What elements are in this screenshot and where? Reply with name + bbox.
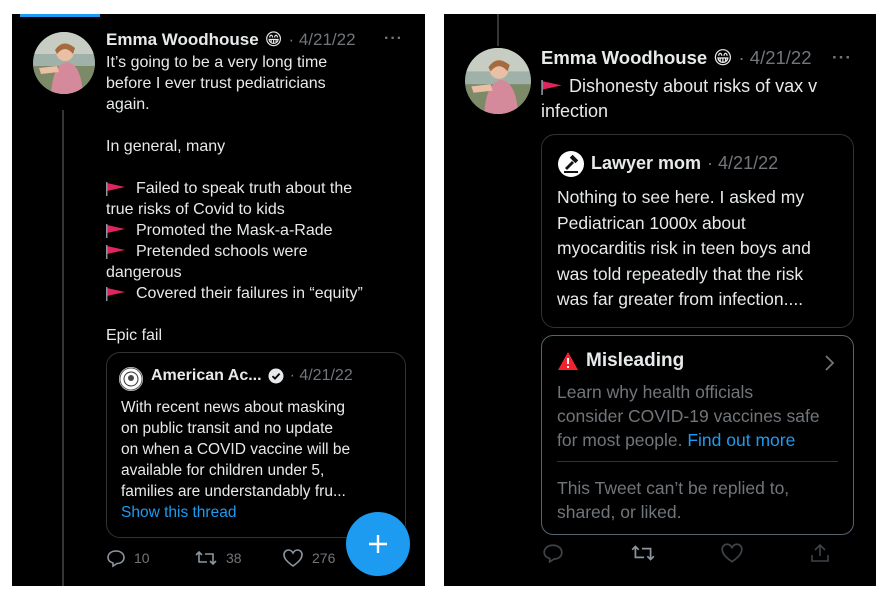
quote-date[interactable]: · 4/21/22 (707, 153, 778, 174)
divider (557, 461, 838, 462)
quote-line: Nothing to see here. I asked my (557, 187, 805, 207)
quote-line: on public transit and no update (121, 420, 333, 437)
point-line: Covered their failures in “equity” (106, 283, 363, 304)
quote-date[interactable]: · 4/21/22 (290, 367, 353, 385)
grin-emoji: 😁 (713, 47, 733, 68)
avatar[interactable] (33, 32, 95, 94)
lawyer-mom-logo-icon (558, 151, 584, 177)
thread-line (497, 14, 499, 46)
text-line: In general, many (106, 138, 226, 155)
quote-text: With recent news about masking on public… (121, 397, 350, 523)
author-name[interactable]: Emma Woodhouse (106, 30, 259, 50)
chevron-right-icon[interactable] (823, 354, 835, 372)
quoted-tweet[interactable]: Lawyer mom · 4/21/22 Nothing to see here… (541, 134, 854, 328)
reply-button[interactable]: 10 (106, 548, 150, 568)
academy-logo-icon (119, 367, 143, 391)
warning-icon (558, 352, 578, 370)
tweet-header: Emma Woodhouse 😁 · 4/21/22 (541, 47, 812, 69)
share-button (809, 542, 831, 564)
quote-text: Nothing to see here. I asked my Pediatri… (557, 185, 811, 313)
notice-line: for most people. Find out more (557, 430, 796, 450)
reply-restriction-note: This Tweet can’t be replied to, shared, … (557, 476, 789, 524)
like-button (720, 542, 744, 564)
text-line: Epic fail (106, 327, 163, 344)
reply-icon (107, 550, 125, 568)
text-line: It’s going to be a very long time (106, 54, 328, 71)
quote-line: was told repeatedly that the risk (557, 263, 804, 284)
quote-line: Pediatrican 1000x about (557, 212, 746, 233)
quote-line: was far greater from infection.... (557, 289, 804, 309)
point-line: dangerous (106, 264, 182, 281)
find-out-more-link[interactable]: Find out more (687, 430, 795, 450)
thread-line (62, 110, 64, 586)
author-name[interactable]: Emma Woodhouse (541, 47, 707, 69)
quote-line: With recent news about masking (121, 399, 345, 416)
quote-line: families are understandably fru... (121, 483, 346, 500)
notice-line: shared, or liked. (557, 502, 682, 522)
reply-button (542, 542, 564, 564)
quote-author[interactable]: American Ac... (151, 367, 262, 385)
verified-badge-icon (268, 368, 284, 384)
retweet-button[interactable]: 38 (194, 548, 242, 568)
red-flag-icon (106, 181, 125, 196)
right-screenshot: Emma Woodhouse 😁 · 4/21/22 ··· Dishonest… (444, 14, 876, 586)
text-line: again. (106, 96, 150, 113)
misleading-notice[interactable]: Misleading Learn why health officials co… (541, 335, 854, 535)
text-line: before I ever trust pediatricians (106, 75, 326, 92)
heart-icon (721, 543, 743, 563)
notice-line: consider COVID-19 vaccines safe (557, 406, 820, 426)
show-thread-link[interactable]: Show this thread (121, 502, 350, 523)
retweet-icon (631, 545, 655, 561)
avatar[interactable] (465, 48, 531, 114)
tweet-text: It’s going to be a very long time before… (106, 52, 363, 346)
heart-icon (283, 549, 303, 567)
quote-header: American Ac... · 4/21/22 (151, 367, 353, 385)
red-flag-icon (106, 223, 125, 238)
point-line: Pretended schools were (106, 241, 363, 262)
share-icon (811, 543, 829, 562)
point-line: Promoted the Mask-a-Rade (106, 220, 363, 241)
red-flag-icon (106, 244, 125, 259)
tweet-date[interactable]: · 4/21/22 (738, 47, 811, 69)
quote-line: on when a COVID vaccine will be (121, 441, 351, 458)
left-screenshot: Emma Woodhouse 😁 · 4/21/22 ··· It’s goin… (12, 14, 425, 586)
tweet-text: Dishonesty about risks of vax v infectio… (541, 74, 817, 124)
tweet-date[interactable]: · 4/21/22 (288, 30, 355, 50)
more-options-icon[interactable]: ··· (832, 48, 852, 68)
more-options-icon[interactable]: ··· (384, 30, 403, 48)
grin-emoji: 😁 (264, 30, 283, 49)
red-flag-icon (106, 286, 125, 301)
retweet-count: 38 (226, 550, 242, 566)
point-line: true risks of Covid to kids (106, 201, 285, 218)
quoted-tweet[interactable]: American Ac... · 4/21/22 With recent new… (106, 352, 406, 538)
retweet-icon (195, 550, 217, 566)
quote-line: myocarditis risk in teen boys and (557, 238, 811, 258)
quote-line: available for children under 5, (121, 462, 325, 479)
red-flag-icon (541, 79, 562, 95)
notice-line: This Tweet can’t be replied to, (557, 478, 790, 498)
quote-author[interactable]: Lawyer mom (591, 153, 701, 174)
misleading-body: Learn why health officials consider COVI… (557, 380, 820, 452)
reply-count: 10 (134, 550, 150, 566)
misleading-title: Misleading (557, 350, 684, 372)
retweet-button (630, 542, 656, 564)
like-count: 276 (312, 550, 336, 566)
tweet-header: Emma Woodhouse 😁 · 4/21/22 (106, 30, 356, 50)
reply-icon (543, 544, 563, 564)
text-line: Dishonesty about risks of vax v (541, 74, 817, 99)
plus-icon (369, 535, 387, 553)
quote-header: Lawyer mom · 4/21/22 (591, 153, 778, 174)
text-line: infection (541, 101, 609, 121)
like-button[interactable]: 276 (282, 548, 335, 568)
compose-button[interactable] (346, 512, 410, 576)
tab-indicator (20, 14, 100, 17)
point-line: Failed to speak truth about the (106, 178, 363, 199)
notice-line: Learn why health officials (557, 382, 754, 402)
